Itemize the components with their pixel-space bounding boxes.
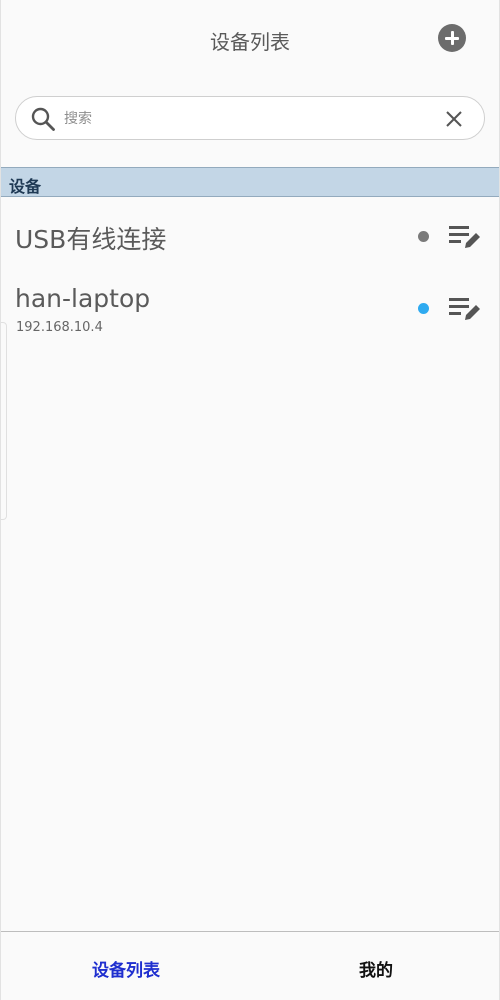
search-input[interactable] bbox=[62, 103, 434, 135]
device-address: 192.168.10.4 bbox=[16, 320, 103, 335]
device-name: han-laptop bbox=[15, 284, 151, 313]
status-dot bbox=[418, 231, 429, 242]
device-row[interactable]: USB有线连接 bbox=[1, 205, 499, 269]
device-name: USB有线连接 bbox=[15, 225, 167, 254]
tab-device-list[interactable]: 设备列表 bbox=[1, 956, 251, 981]
section-header-devices: 设备 bbox=[1, 167, 499, 197]
section-title: 设备 bbox=[9, 177, 42, 196]
page-title: 设备列表 bbox=[210, 30, 290, 54]
edit-list-icon[interactable] bbox=[447, 221, 483, 251]
top-header: 设备列表 bbox=[1, 0, 499, 80]
bottom-navigation: 设备列表 我的 bbox=[1, 931, 499, 1000]
search-icon bbox=[31, 107, 55, 131]
search-bar bbox=[15, 96, 485, 140]
app-window: 设备列表 设备 USB有线连接 han-laptop 192.168.10.4 bbox=[0, 0, 500, 1000]
device-row[interactable]: han-laptop 192.168.10.4 bbox=[1, 270, 499, 335]
add-device-button[interactable] bbox=[438, 24, 466, 52]
drawer-handle[interactable] bbox=[1, 322, 7, 520]
tab-mine[interactable]: 我的 bbox=[251, 956, 500, 981]
status-dot bbox=[418, 303, 429, 314]
close-icon[interactable] bbox=[444, 109, 464, 129]
edit-list-icon[interactable] bbox=[447, 293, 483, 323]
